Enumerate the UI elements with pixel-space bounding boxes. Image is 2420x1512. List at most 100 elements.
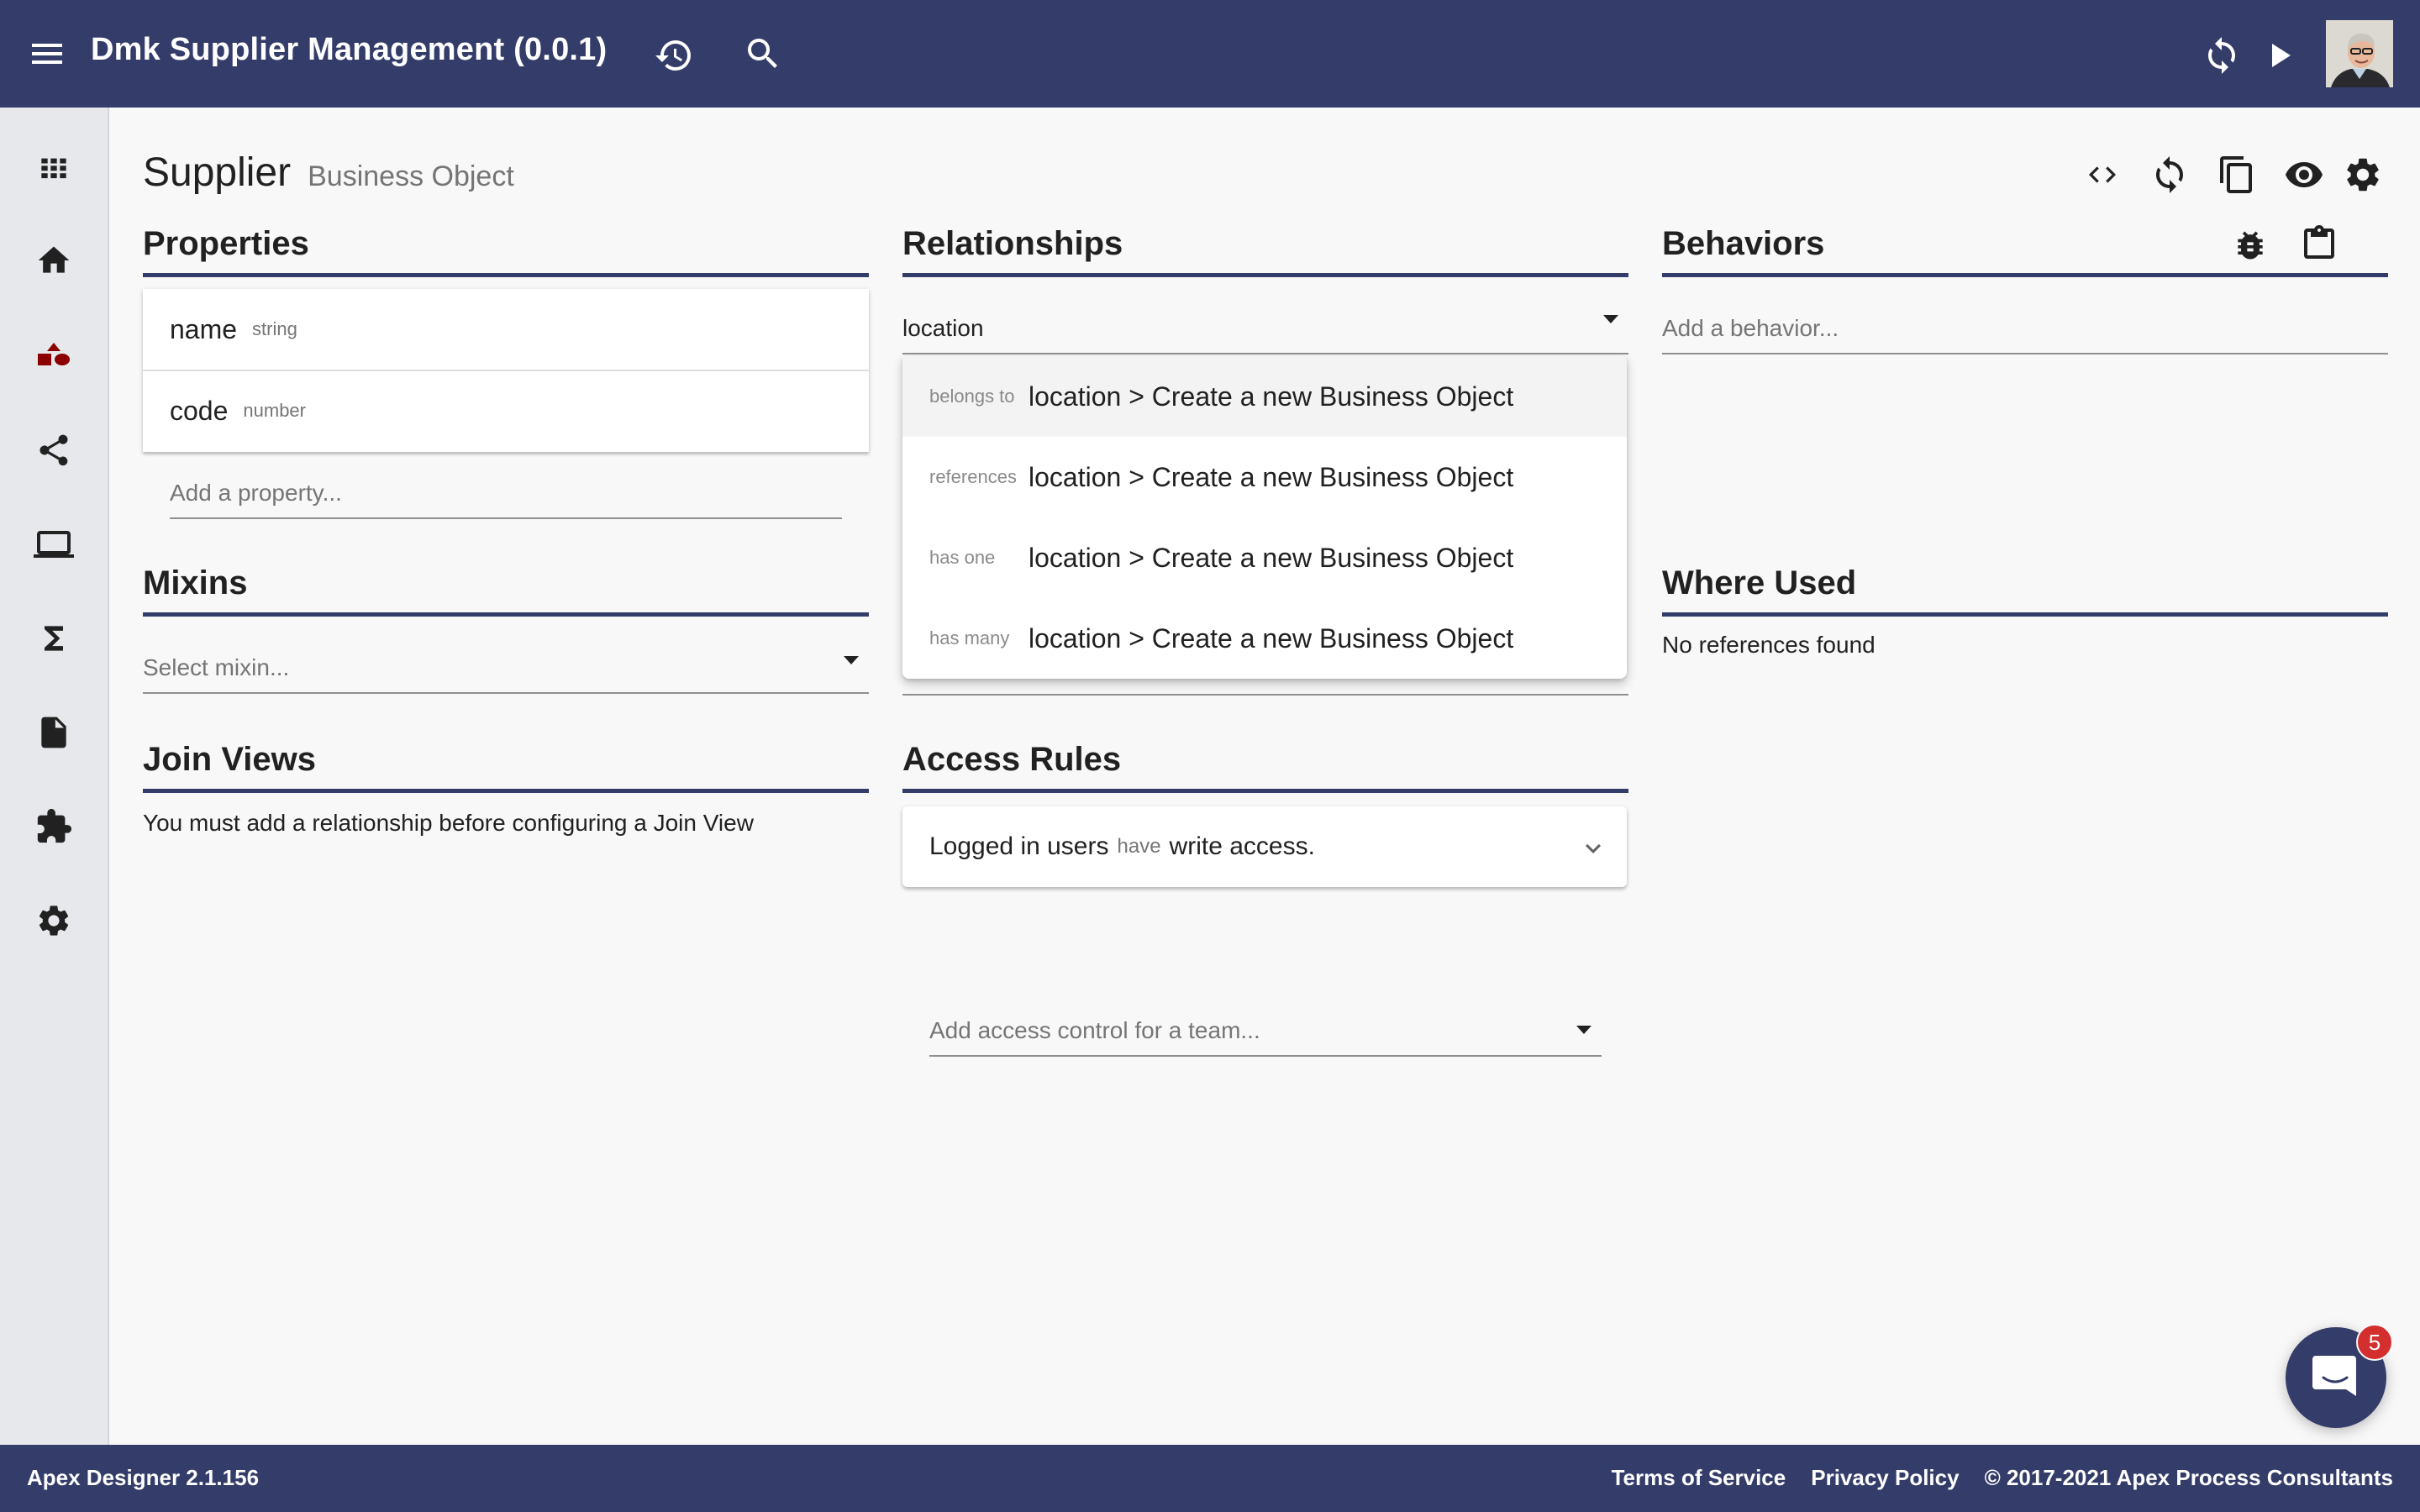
join-views-header: Join Views [143,734,869,793]
footer: Apex Designer 2.1.156 Terms of Service P… [0,1445,2420,1512]
gear-icon[interactable] [2343,155,2383,195]
sidebar-nav [0,108,109,1445]
behaviors-title: Behaviors [1662,225,1825,262]
where-used-header: Where Used [1662,558,2388,617]
property-row[interactable]: code number [143,370,869,450]
code-icon[interactable] [2082,155,2123,195]
properties-title: Properties [143,225,309,262]
properties-list: name string code number [143,289,869,452]
clipboard-icon[interactable] [2299,223,2339,264]
sidebar-item-files[interactable] [32,711,76,754]
relationship-kind: has many [929,627,1010,648]
access-rule-verb: have [1117,835,1161,858]
app-version: Apex Designer 2.1.156 [27,1465,260,1490]
app-title[interactable]: Dmk Supplier Management (0.0.1) [91,32,607,68]
property-type: string [252,318,297,339]
history-icon[interactable] [654,35,694,76]
sidebar-item-dependencies[interactable] [32,805,76,848]
file-icon [35,714,72,751]
apps-grid-icon [35,150,72,186]
bug-icon[interactable] [2232,227,2272,267]
eye-icon[interactable] [2284,155,2324,195]
sidebar-item-settings[interactable] [32,899,76,942]
object-type: Business Object [308,160,514,192]
property-name: name [170,313,238,344]
relationship-option[interactable]: has many location > Create a new Busines… [902,598,1627,679]
access-rule-permission: write access. [1169,832,1315,860]
add-behavior-placeholder: Add a behavior... [1662,315,1839,341]
relationship-option-label: location > Create a new Business Object [1028,622,1514,654]
relationship-option[interactable]: has one location > Create a new Business… [902,517,1627,598]
copy-icon[interactable] [2217,155,2257,195]
play-icon[interactable] [2259,35,2299,76]
relationship-input-value: location [902,315,984,341]
access-rules-title: Access Rules [902,741,1122,778]
mixin-select[interactable]: Select mixin... [143,643,869,694]
mixins-header: Mixins [143,558,869,617]
top-app-bar: Dmk Supplier Management (0.0.1) [0,0,2420,108]
sidebar-item-home[interactable] [32,239,76,282]
sidebar-item-business-objects[interactable] [32,334,76,378]
property-name: code [170,395,229,426]
puzzle-icon [34,807,73,846]
relationship-kind: references [929,466,1017,487]
sigma-icon [35,620,72,657]
access-rule-subject: Logged in users [929,832,1109,860]
sync-icon[interactable] [2149,155,2190,195]
add-access-control-select[interactable]: Add access control for a team... [929,1006,1602,1057]
gear-icon [35,902,72,939]
home-icon [35,242,72,279]
behaviors-header: Behaviors [1662,218,2388,277]
add-property-placeholder: Add a property... [170,480,342,506]
main-content: Supplier Business Object Properties name… [111,108,2420,1445]
mixins-title: Mixins [143,564,248,601]
dropdown-arrow-icon [844,656,859,664]
chat-icon [2311,1352,2361,1403]
field-underline [902,694,1628,696]
relationship-option[interactable]: belongs to location > Create a new Busin… [902,356,1627,437]
sync-icon[interactable] [2202,35,2242,76]
unread-count-badge: 5 [2356,1324,2393,1361]
properties-header: Properties [143,218,869,277]
add-behavior-input[interactable]: Add a behavior... [1662,304,2388,354]
add-property-input[interactable]: Add a property... [170,469,842,519]
mixin-placeholder: Select mixin... [143,654,290,680]
add-access-control-placeholder: Add access control for a team... [929,1017,1260,1043]
relationships-header: Relationships [902,218,1628,277]
dropdown-arrow-icon [1576,1026,1591,1034]
search-icon[interactable] [743,34,783,74]
object-name: Supplier [143,150,292,195]
relationship-kind: has one [929,547,996,568]
property-type: number [243,400,306,421]
sidebar-item-processes[interactable] [32,617,76,660]
privacy-link[interactable]: Privacy Policy [1811,1465,1959,1491]
where-used-message: No references found [1662,632,1876,658]
access-rule-card[interactable]: Logged in users have write access. [902,806,1627,887]
relationships-title: Relationships [902,225,1123,262]
relationship-option[interactable]: references location > Create a new Busin… [902,437,1627,517]
menu-icon[interactable] [27,34,67,74]
relationship-options-menu: belongs to location > Create a new Busin… [902,356,1627,679]
relationship-kind: belongs to [929,386,1015,407]
user-avatar[interactable] [2326,20,2393,87]
sidebar-item-apps[interactable] [32,146,76,190]
sidebar-item-user-interfaces[interactable] [32,522,76,566]
shapes-icon [35,338,72,375]
footer-links: Terms of Service Privacy Policy © 2017-2… [1612,1465,2393,1491]
copyright: © 2017-2021 Apex Process Consultants [1984,1465,2393,1490]
relationship-option-label: location > Create a new Business Object [1028,381,1514,412]
chevron-down-icon[interactable] [1578,833,1608,864]
sidebar-item-relationships[interactable] [32,428,76,472]
laptop-icon [34,524,74,564]
dropdown-arrow-icon[interactable] [1603,315,1618,323]
terms-link[interactable]: Terms of Service [1612,1465,1786,1491]
share-icon [35,432,72,469]
access-rules-header: Access Rules [902,734,1628,793]
relationship-input[interactable]: location [902,304,1628,354]
join-views-title: Join Views [143,741,317,778]
relationship-option-label: location > Create a new Business Object [1028,542,1514,573]
join-views-message: You must add a relationship before confi… [143,810,754,836]
page-title: Supplier Business Object [143,150,514,196]
property-row[interactable]: name string [143,289,869,370]
where-used-title: Where Used [1662,564,1857,601]
